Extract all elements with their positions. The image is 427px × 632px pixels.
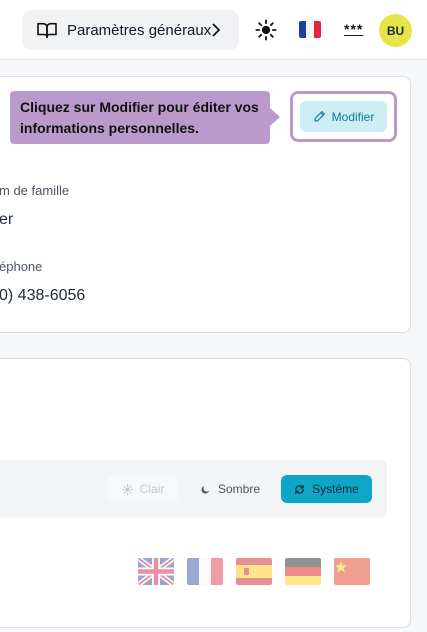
sync-icon	[295, 484, 304, 494]
onboarding-tooltip: Cliquez sur Modifier pour éditer vos inf…	[10, 91, 280, 144]
theme-light-label: Clair	[139, 482, 165, 496]
chevron-right-icon	[212, 23, 221, 37]
phone-label: éphone	[0, 259, 43, 274]
edit-button[interactable]: Modifier	[300, 101, 387, 132]
theme-system-option[interactable]: Système	[281, 475, 372, 503]
moon-icon	[201, 485, 210, 493]
general-settings-label: Paramètres généraux	[67, 21, 212, 39]
flag-fr-icon[interactable]	[187, 558, 223, 585]
theme-light-option[interactable]: Clair	[108, 475, 178, 503]
theme-dark-option[interactable]: Sombre	[186, 475, 274, 503]
language-flags	[138, 558, 370, 585]
flag-cn-icon[interactable]	[334, 558, 370, 585]
more-menu-button[interactable]: ***	[344, 21, 363, 37]
flag-fr-icon[interactable]	[299, 21, 321, 38]
top-bar: Paramètres généraux *** BU	[0, 0, 427, 60]
last-name-label: m de famille	[0, 183, 70, 198]
general-settings-button[interactable]: Paramètres généraux	[22, 10, 239, 50]
sun-icon	[121, 483, 133, 495]
phone-value: 0) 438-6056	[0, 287, 86, 304]
sun-icon[interactable]	[255, 19, 277, 41]
flag-uk-icon[interactable]	[138, 558, 174, 585]
theme-system-label: Système	[312, 482, 359, 496]
edit-label: Modifier	[331, 109, 375, 124]
last-name-value: er	[0, 211, 14, 228]
pencil-icon	[314, 111, 325, 122]
flag-es-icon[interactable]	[236, 558, 272, 585]
avatar[interactable]: BU	[379, 14, 412, 47]
flag-de-icon[interactable]	[285, 558, 321, 585]
book-icon	[37, 22, 57, 39]
theme-dark-label: Sombre	[217, 482, 261, 496]
